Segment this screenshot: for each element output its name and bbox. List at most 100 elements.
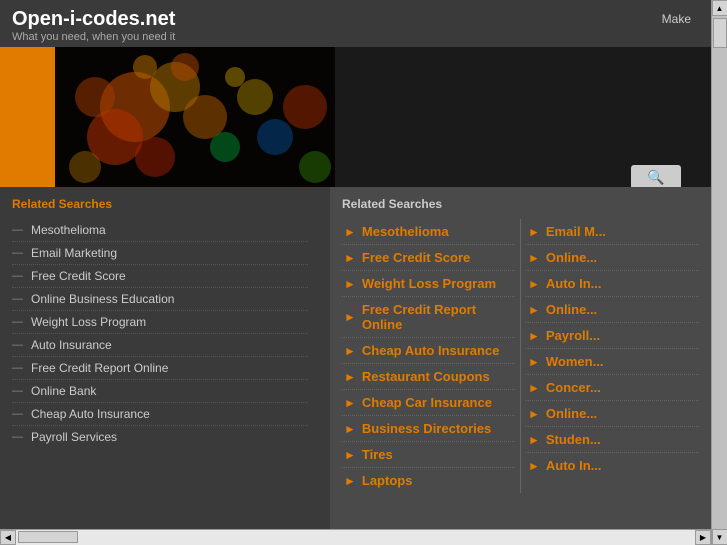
main-container: Open-i-codes.net What you need, when you… xyxy=(0,0,711,545)
list-item[interactable]: ► Auto In... xyxy=(526,271,699,297)
search-icon: 🔍 xyxy=(647,169,664,186)
list-item[interactable]: ► Studen... xyxy=(526,427,699,453)
list-item[interactable]: — Payroll Services xyxy=(12,426,308,448)
search-item-label: Payroll Services xyxy=(31,430,117,444)
list-item[interactable]: ► Restaurant Coupons xyxy=(342,364,515,390)
arrow-icon: — xyxy=(12,316,23,328)
scroll-right-button[interactable]: ▶ xyxy=(695,530,711,545)
list-item[interactable]: ► Concer... xyxy=(526,375,699,401)
orange-arrow-icon: ► xyxy=(528,225,540,239)
list-item[interactable]: ► Auto In... xyxy=(526,453,699,478)
arrow-icon: — xyxy=(12,385,23,397)
list-item[interactable]: — Online Bank xyxy=(12,380,308,403)
list-item[interactable]: ► Women... xyxy=(526,349,699,375)
scroll-track[interactable] xyxy=(16,530,695,545)
search-item-label: Online... xyxy=(546,250,597,265)
arrow-icon: — xyxy=(12,339,23,351)
orange-arrow-icon: ► xyxy=(344,474,356,488)
right-panel: Related Searches ► Mesothelioma ► Free C… xyxy=(330,187,711,545)
right-col-1: ► Mesothelioma ► Free Credit Score ► Wei… xyxy=(342,219,515,493)
arrow-icon: — xyxy=(12,224,23,236)
list-item[interactable]: — Mesothelioma xyxy=(12,219,308,242)
list-item[interactable]: ► Cheap Auto Insurance xyxy=(342,338,515,364)
list-item[interactable]: ► Online... xyxy=(526,401,699,427)
search-item-label: Studen... xyxy=(546,432,601,447)
search-item-label: Concer... xyxy=(546,380,601,395)
list-item[interactable]: ► Email M... xyxy=(526,219,699,245)
list-item[interactable]: ► Free Credit Report Online xyxy=(342,297,515,338)
orange-arrow-icon: ► xyxy=(344,251,356,265)
list-item[interactable]: — Email Marketing xyxy=(12,242,308,265)
scroll-thumb-vertical[interactable] xyxy=(713,18,727,48)
orange-arrow-icon: ► xyxy=(528,277,540,291)
column-divider xyxy=(520,219,521,493)
search-item-label: Free Credit Score xyxy=(362,250,470,265)
list-item[interactable]: ► Weight Loss Program xyxy=(342,271,515,297)
search-item-label: Email M... xyxy=(546,224,606,239)
search-item-label: Weight Loss Program xyxy=(31,315,146,329)
search-item-label: Online Business Education xyxy=(31,292,174,306)
list-item[interactable]: ► Laptops xyxy=(342,468,515,493)
vertical-scrollbar[interactable]: ▲ ▼ xyxy=(711,0,727,545)
arrow-icon: — xyxy=(12,431,23,443)
left-related-searches-title: Related Searches xyxy=(12,197,308,211)
search-item-label: Free Credit Report Online xyxy=(362,302,513,332)
arrow-icon: — xyxy=(12,270,23,282)
orange-arrow-icon: ► xyxy=(528,329,540,343)
search-item-label: Tires xyxy=(362,447,393,462)
orange-arrow-icon: ► xyxy=(344,448,356,462)
scroll-up-button[interactable]: ▲ xyxy=(712,0,727,16)
list-item[interactable]: ► Free Credit Score xyxy=(342,245,515,271)
header-make-link[interactable]: Make xyxy=(662,12,691,26)
scroll-thumb[interactable] xyxy=(18,531,78,543)
search-item-label: Restaurant Coupons xyxy=(362,369,490,384)
list-item[interactable]: ► Payroll... xyxy=(526,323,699,349)
search-item-label: Business Directories xyxy=(362,421,491,436)
list-item[interactable]: ► Online... xyxy=(526,245,699,271)
list-item[interactable]: — Online Business Education xyxy=(12,288,308,311)
orange-arrow-icon: ► xyxy=(344,344,356,358)
orange-arrow-icon: ► xyxy=(344,370,356,384)
orange-arrow-icon: ► xyxy=(528,433,540,447)
scroll-left-button[interactable]: ◀ xyxy=(0,530,16,545)
list-item[interactable]: ► Tires xyxy=(342,442,515,468)
list-item[interactable]: ► Online... xyxy=(526,297,699,323)
search-item-label: Mesothelioma xyxy=(362,224,449,239)
search-box-hero[interactable]: 🔍 xyxy=(631,165,681,187)
search-item-label: Cheap Auto Insurance xyxy=(31,407,150,421)
search-item-label: Auto In... xyxy=(546,276,602,291)
right-panel-title: Related Searches xyxy=(342,197,699,211)
search-item-label: Payroll... xyxy=(546,328,600,343)
content-area: Related Searches — Mesothelioma — Email … xyxy=(0,187,711,487)
search-item-label: Online... xyxy=(546,406,597,421)
list-item[interactable]: ► Mesothelioma xyxy=(342,219,515,245)
list-item[interactable]: — Cheap Auto Insurance xyxy=(12,403,308,426)
hero-area: 🔍 xyxy=(0,47,711,187)
orange-arrow-icon: ► xyxy=(528,303,540,317)
orange-arrow-icon: ► xyxy=(344,277,356,291)
search-item-label: Auto Insurance xyxy=(31,338,112,352)
orange-arrow-icon: ► xyxy=(528,459,540,473)
header: Open-i-codes.net What you need, when you… xyxy=(0,0,711,47)
search-item-label: Cheap Auto Insurance xyxy=(362,343,499,358)
list-item[interactable]: — Auto Insurance xyxy=(12,334,308,357)
list-item[interactable]: — Weight Loss Program xyxy=(12,311,308,334)
search-item-label: Free Credit Score xyxy=(31,269,126,283)
orange-arrow-icon: ► xyxy=(344,310,356,324)
search-item-label: Weight Loss Program xyxy=(362,276,496,291)
arrow-icon: — xyxy=(12,408,23,420)
orange-arrow-icon: ► xyxy=(528,355,540,369)
list-item[interactable]: — Free Credit Score xyxy=(12,265,308,288)
search-item-label: Auto In... xyxy=(546,458,602,473)
horizontal-scrollbar[interactable]: ◀ ▶ xyxy=(0,529,711,545)
scroll-down-button[interactable]: ▼ xyxy=(712,529,727,545)
orange-arrow-icon: ► xyxy=(344,422,356,436)
orange-arrow-icon: ► xyxy=(528,381,540,395)
list-item[interactable]: — Free Credit Report Online xyxy=(12,357,308,380)
left-sidebar: Related Searches — Mesothelioma — Email … xyxy=(0,187,320,487)
search-item-label: Email Marketing xyxy=(31,246,117,260)
list-item[interactable]: ► Cheap Car Insurance xyxy=(342,390,515,416)
search-item-label: Online Bank xyxy=(31,384,96,398)
right-search-grid: ► Mesothelioma ► Free Credit Score ► Wei… xyxy=(342,219,699,493)
list-item[interactable]: ► Business Directories xyxy=(342,416,515,442)
